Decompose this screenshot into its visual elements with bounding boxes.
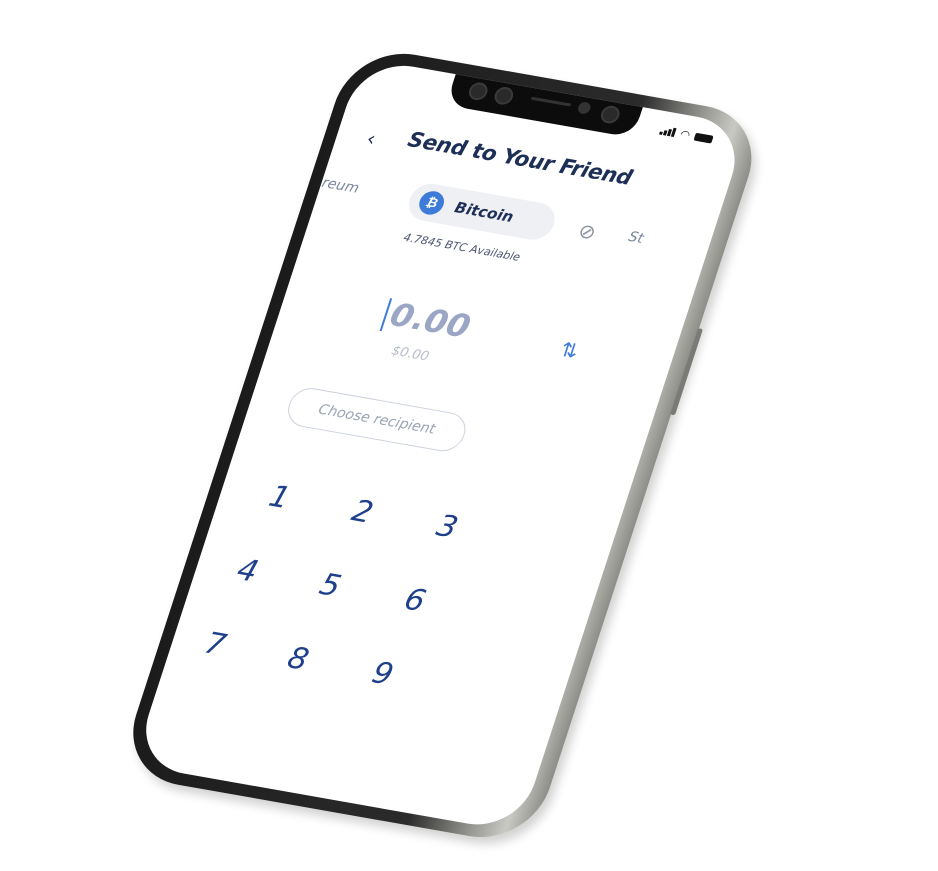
coin-tab-bitcoin[interactable]: ₿ Bitcoin (404, 180, 560, 243)
bitcoin-icon: ₿ (416, 189, 448, 217)
key-9[interactable]: 9 (348, 652, 418, 696)
key-1[interactable]: 1 (245, 475, 315, 519)
amount-input[interactable]: 0.00 (386, 295, 476, 345)
page-title: Send to Your Friend (404, 127, 636, 190)
swap-currency-icon[interactable]: ⇅ (558, 337, 582, 363)
back-button[interactable]: ‹ (364, 126, 379, 150)
phone-screen: ◠ ‹ Send to Your Friend ereum ₿ Bitcoin … (132, 57, 749, 833)
key-4[interactable]: 4 (212, 549, 282, 593)
fiat-amount: $0.00 (389, 343, 431, 365)
speaker-grille (530, 96, 572, 107)
key-6[interactable]: 6 (380, 579, 450, 623)
wifi-icon: ◠ (678, 127, 692, 142)
sensor-icon (492, 85, 516, 107)
proximity-sensor (576, 101, 593, 115)
keypad: 1 2 3 4 5 6 7 8 9 (200, 471, 614, 692)
key-7[interactable]: 7 (180, 623, 250, 667)
camera-icon (466, 81, 490, 102)
key-2[interactable]: 2 (327, 490, 397, 534)
phone-mockup: ◠ ‹ Send to Your Friend ereum ₿ Bitcoin … (116, 44, 905, 847)
battery-icon (693, 132, 714, 144)
signal-icon (659, 126, 677, 138)
coin-name: Bitcoin (452, 198, 516, 226)
key-5[interactable]: 5 (295, 564, 365, 608)
choose-recipient-button[interactable]: Choose recipient (282, 385, 471, 455)
chevron-left-icon: ‹ (363, 126, 380, 151)
key-8[interactable]: 8 (263, 637, 333, 681)
notch (445, 68, 645, 138)
front-camera-icon (598, 104, 622, 125)
phone-frame: ◠ ‹ Send to Your Friend ereum ₿ Bitcoin … (116, 44, 768, 847)
stellar-icon[interactable]: ⊘ (575, 218, 599, 244)
coin-tab-stellar[interactable]: St (626, 229, 645, 247)
coin-tab-ethereum[interactable]: ereum (311, 173, 361, 196)
status-bar: ◠ (659, 125, 714, 145)
key-3[interactable]: 3 (412, 505, 482, 549)
